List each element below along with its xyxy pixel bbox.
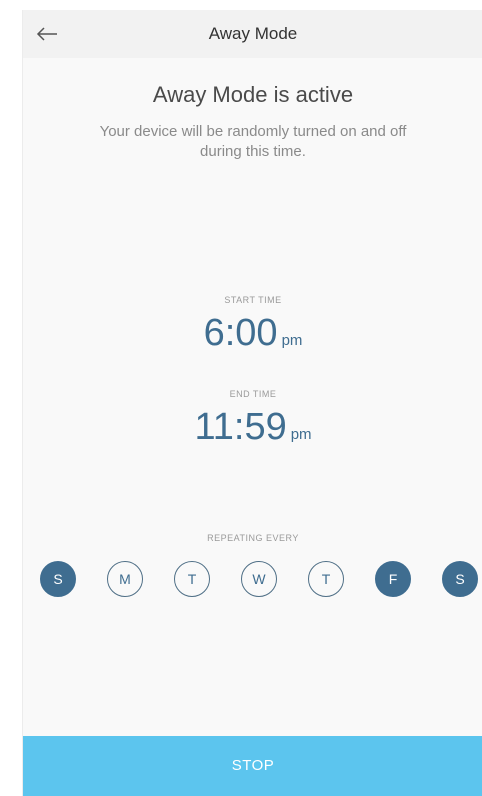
- day-letter: T: [187, 571, 197, 587]
- header-bar: Away Mode: [23, 10, 482, 58]
- day-letter: T: [321, 571, 331, 587]
- end-time-ampm: pm: [290, 426, 312, 443]
- day-toggle-sunday[interactable]: S: [40, 561, 76, 597]
- day-toggle-monday[interactable]: M: [107, 561, 143, 597]
- start-time: 6:00: [203, 312, 278, 354]
- day-letter: F: [388, 571, 398, 587]
- day-letter: S: [53, 571, 63, 587]
- day-letter: M: [119, 571, 131, 587]
- repeat-label: REPEATING EVERY: [207, 533, 299, 543]
- start-time-value[interactable]: 6:00 pm: [23, 312, 482, 355]
- end-time: 11:59: [194, 406, 287, 448]
- end-time-value[interactable]: 11:59 pm: [23, 406, 482, 449]
- day-letter: S: [455, 571, 465, 587]
- status-title: Away Mode is active: [152, 82, 354, 107]
- day-toggle-tuesday[interactable]: T: [174, 561, 210, 597]
- day-toggle-thursday[interactable]: T: [308, 561, 344, 597]
- page-title: Away Mode: [208, 24, 298, 43]
- status-description: Your device will be randomly turned on a…: [99, 123, 407, 160]
- end-time-label: END TIME: [229, 389, 277, 399]
- start-time-ampm: pm: [281, 332, 303, 349]
- day-letter: W: [252, 571, 266, 587]
- stop-button[interactable]: STOP: [23, 736, 482, 796]
- away-mode-screen: Away Mode Away Mode is active Your devic…: [22, 10, 482, 796]
- start-time-label: START TIME: [224, 295, 282, 305]
- day-toggle-wednesday[interactable]: W: [241, 561, 277, 597]
- day-toggle-saturday[interactable]: S: [442, 561, 478, 597]
- day-selector: S M T W T F S: [23, 561, 482, 601]
- day-toggle-friday[interactable]: F: [375, 561, 411, 597]
